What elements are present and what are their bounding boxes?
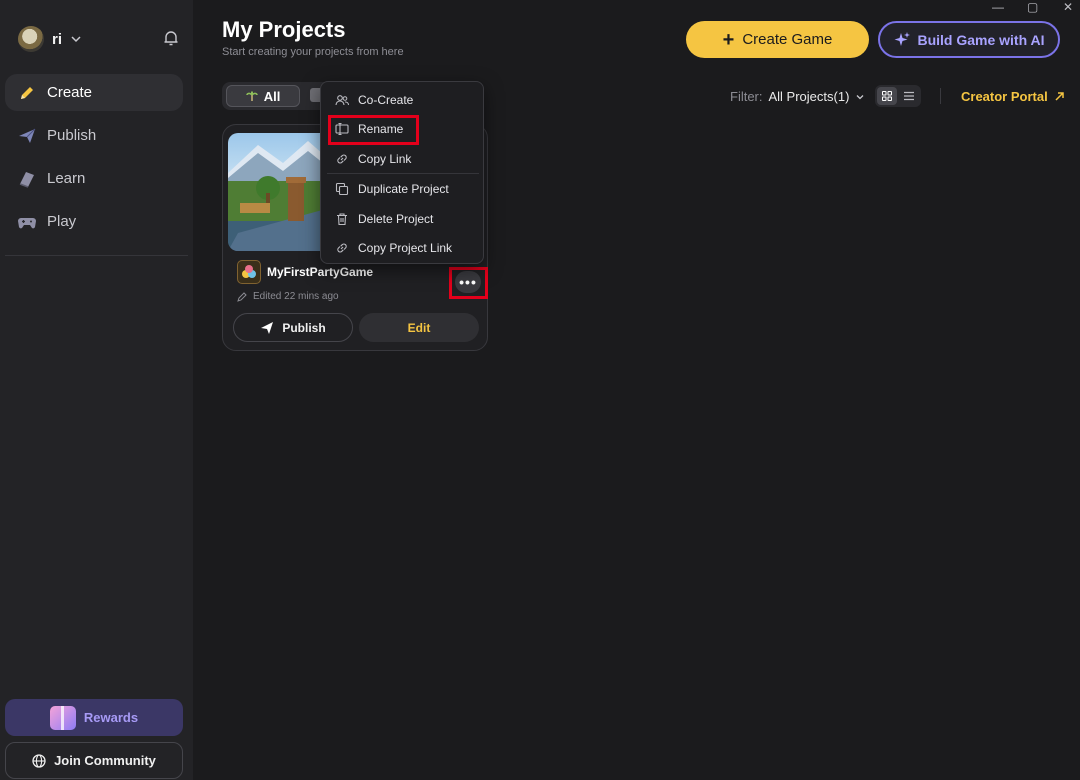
gamepad-icon	[18, 217, 36, 228]
list-view-icon[interactable]	[901, 88, 917, 104]
publish-button[interactable]: Publish	[233, 313, 353, 342]
chevron-down-icon	[71, 36, 81, 43]
filter-dropdown[interactable]: Filter: All Projects(1)	[730, 89, 865, 104]
link-icon	[337, 243, 347, 253]
palm-tree-icon	[245, 91, 258, 101]
minimize-button[interactable]: —	[992, 0, 1004, 14]
sidebar-item-create[interactable]: Create	[5, 74, 183, 111]
tab-all-label: All	[263, 88, 281, 104]
menu-item-label: Copy Link	[358, 152, 412, 166]
sparkle-icon	[894, 31, 911, 46]
sidebar-item-play[interactable]: Play	[5, 203, 183, 240]
external-link-icon	[1055, 92, 1064, 101]
menu-item-co-create[interactable]: Co-Create	[335, 89, 413, 111]
edit-label: Edit	[407, 320, 431, 335]
menu-item-label: Duplicate Project	[358, 182, 449, 196]
menu-item-duplicate-project[interactable]: Duplicate Project	[335, 178, 449, 200]
sidebar-nav: Create Publish Learn Play	[5, 74, 183, 246]
trash-icon	[337, 213, 347, 226]
community-label: Join Community	[54, 753, 156, 768]
sidebar-item-learn[interactable]: Learn	[5, 160, 183, 197]
sidebar-divider	[5, 255, 188, 256]
build-ai-label: Build Game with AI	[917, 31, 1045, 48]
menu-divider	[327, 173, 479, 174]
menu-item-label: Delete Project	[358, 212, 434, 226]
create-game-label: Create Game	[742, 31, 833, 48]
project-name: MyFirstPartyGame	[267, 265, 374, 279]
filter-label: Filter:	[730, 89, 763, 104]
paper-plane-icon	[19, 128, 36, 143]
sidebar-item-label: Play	[47, 213, 77, 230]
rewards-button[interactable]: Rewards	[5, 699, 183, 736]
send-icon	[261, 321, 274, 334]
sidebar: ri Create Publish Learn Play Rewards Joi…	[0, 0, 193, 780]
avatar	[18, 26, 44, 52]
grid-view-button[interactable]	[877, 87, 897, 105]
rename-highlight	[328, 115, 419, 145]
page-title: My Projects	[222, 17, 346, 42]
more-options-highlight	[449, 267, 488, 299]
gift-icon	[49, 705, 76, 730]
join-community-button[interactable]: Join Community	[5, 742, 183, 779]
book-icon	[19, 171, 34, 188]
tab-all[interactable]: All	[226, 85, 300, 107]
duplicate-icon	[335, 182, 349, 196]
sidebar-item-label: Learn	[47, 170, 86, 187]
toolbar-divider	[940, 88, 941, 104]
link-icon	[337, 154, 347, 164]
users-icon	[335, 95, 349, 106]
username: ri	[52, 30, 63, 48]
project-context-menu: Co-Create Rename Copy Link Duplicate Pro…	[320, 81, 484, 264]
sidebar-item-label: Create	[47, 84, 93, 101]
notification-bell-icon[interactable]	[162, 29, 180, 47]
menu-item-delete-project[interactable]: Delete Project	[335, 208, 433, 230]
maximize-button[interactable]: ▢	[1027, 0, 1038, 14]
menu-item-label: Co-Create	[358, 93, 414, 107]
menu-item-copy-project-link[interactable]: Copy Project Link	[335, 237, 452, 259]
plus-icon: +	[722, 28, 735, 51]
edit-pencil-icon	[237, 291, 247, 302]
game-logo-icon	[237, 260, 261, 284]
pencil-icon	[21, 86, 33, 99]
chevron-down-icon	[856, 94, 864, 99]
user-menu[interactable]: ri	[18, 26, 82, 52]
edit-button[interactable]: Edit	[359, 313, 479, 342]
page-subtitle: Start creating your projects from here	[222, 46, 404, 58]
project-edited-time: Edited 22 mins ago	[237, 291, 339, 302]
app-window: — ▢ ✕ ri Create Publish Learn Play Rewar…	[0, 0, 1080, 780]
filter-value: All Projects(1)	[768, 89, 850, 104]
menu-item-copy-link[interactable]: Copy Link	[335, 148, 411, 170]
globe-icon	[32, 753, 46, 768]
grid-icon	[882, 91, 892, 101]
edited-text: Edited 22 mins ago	[253, 291, 339, 302]
sidebar-item-publish[interactable]: Publish	[5, 117, 183, 154]
publish-label: Publish	[282, 320, 326, 335]
creator-portal-link[interactable]: Creator Portal	[961, 89, 1065, 104]
view-toggle	[875, 85, 921, 107]
create-game-button[interactable]: + Create Game	[686, 21, 869, 58]
sidebar-item-label: Publish	[47, 127, 97, 144]
menu-item-label: Copy Project Link	[358, 241, 453, 255]
rewards-label: Rewards	[83, 710, 139, 725]
close-button[interactable]: ✕	[1063, 0, 1073, 14]
creator-portal-label: Creator Portal	[961, 89, 1048, 104]
build-game-with-ai-button[interactable]: Build Game with AI	[878, 21, 1060, 58]
